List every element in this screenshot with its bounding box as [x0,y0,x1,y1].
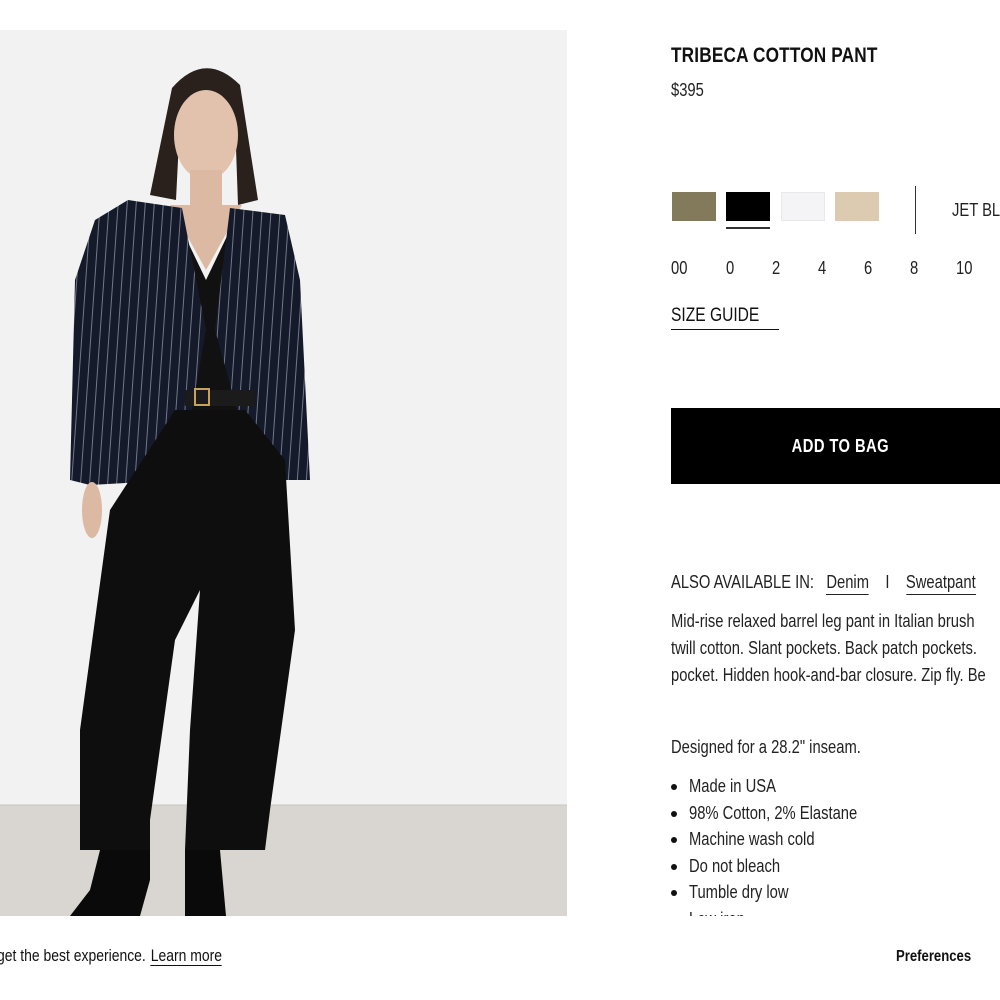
description-line: Mid-rise relaxed barrel leg pant in Ital… [671,611,975,631]
description-line: pocket. Hidden hook-and-bar closure. Zip… [671,665,986,685]
model-photo [0,30,567,916]
bullet-icon [671,784,677,790]
inseam-note: Designed for a 28.2" inseam. [671,737,861,757]
swatch-divider [915,186,916,234]
size-guide-link[interactable]: SIZE GUIDE [671,305,779,330]
size-option-4[interactable]: 4 [818,258,828,279]
link-separator: I [885,572,890,592]
color-swatch-jet-black[interactable] [726,192,770,221]
product-description: Mid-rise relaxed barrel leg pant in Ital… [671,608,1000,689]
bullet-icon [671,863,677,870]
size-option-00[interactable]: 00 [671,258,691,279]
add-to-bag-button[interactable]: ADD TO BAG [671,408,1000,484]
description-line: twill cotton. Slant pockets. Back patch … [671,638,978,658]
product-price: $395 [671,80,704,100]
link-denim[interactable]: Denim [826,572,869,595]
size-option-8[interactable]: 8 [910,258,920,279]
color-swatch-olive[interactable] [672,192,716,221]
color-swatch-beige[interactable] [835,192,879,221]
bullet-icon [671,810,677,817]
selected-swatch-indicator [726,227,770,229]
bullet-icon [671,837,677,843]
product-title: TRIBECA COTTON PANT [671,44,878,67]
learn-more-link[interactable]: Learn more [150,946,223,966]
selected-color-label: JET BLA [952,200,1000,220]
link-sweatpant[interactable]: Sweatpant [905,572,976,595]
cookie-message: get the best experience. Learn more [0,946,223,966]
size-option-0[interactable]: 0 [726,258,736,279]
size-option-10[interactable]: 10 [956,258,976,279]
preferences-button[interactable]: Preferences [896,948,988,966]
also-available-label: ALSO AVAILABLE IN: [671,572,815,592]
also-available-row: ALSO AVAILABLE IN: Denim I Sweatpant [671,572,1000,595]
size-option-2[interactable]: 2 [772,258,782,279]
color-swatch-white[interactable] [781,192,825,221]
product-image[interactable] [0,30,567,916]
bullet-icon [671,890,677,896]
size-option-6[interactable]: 6 [864,258,874,279]
